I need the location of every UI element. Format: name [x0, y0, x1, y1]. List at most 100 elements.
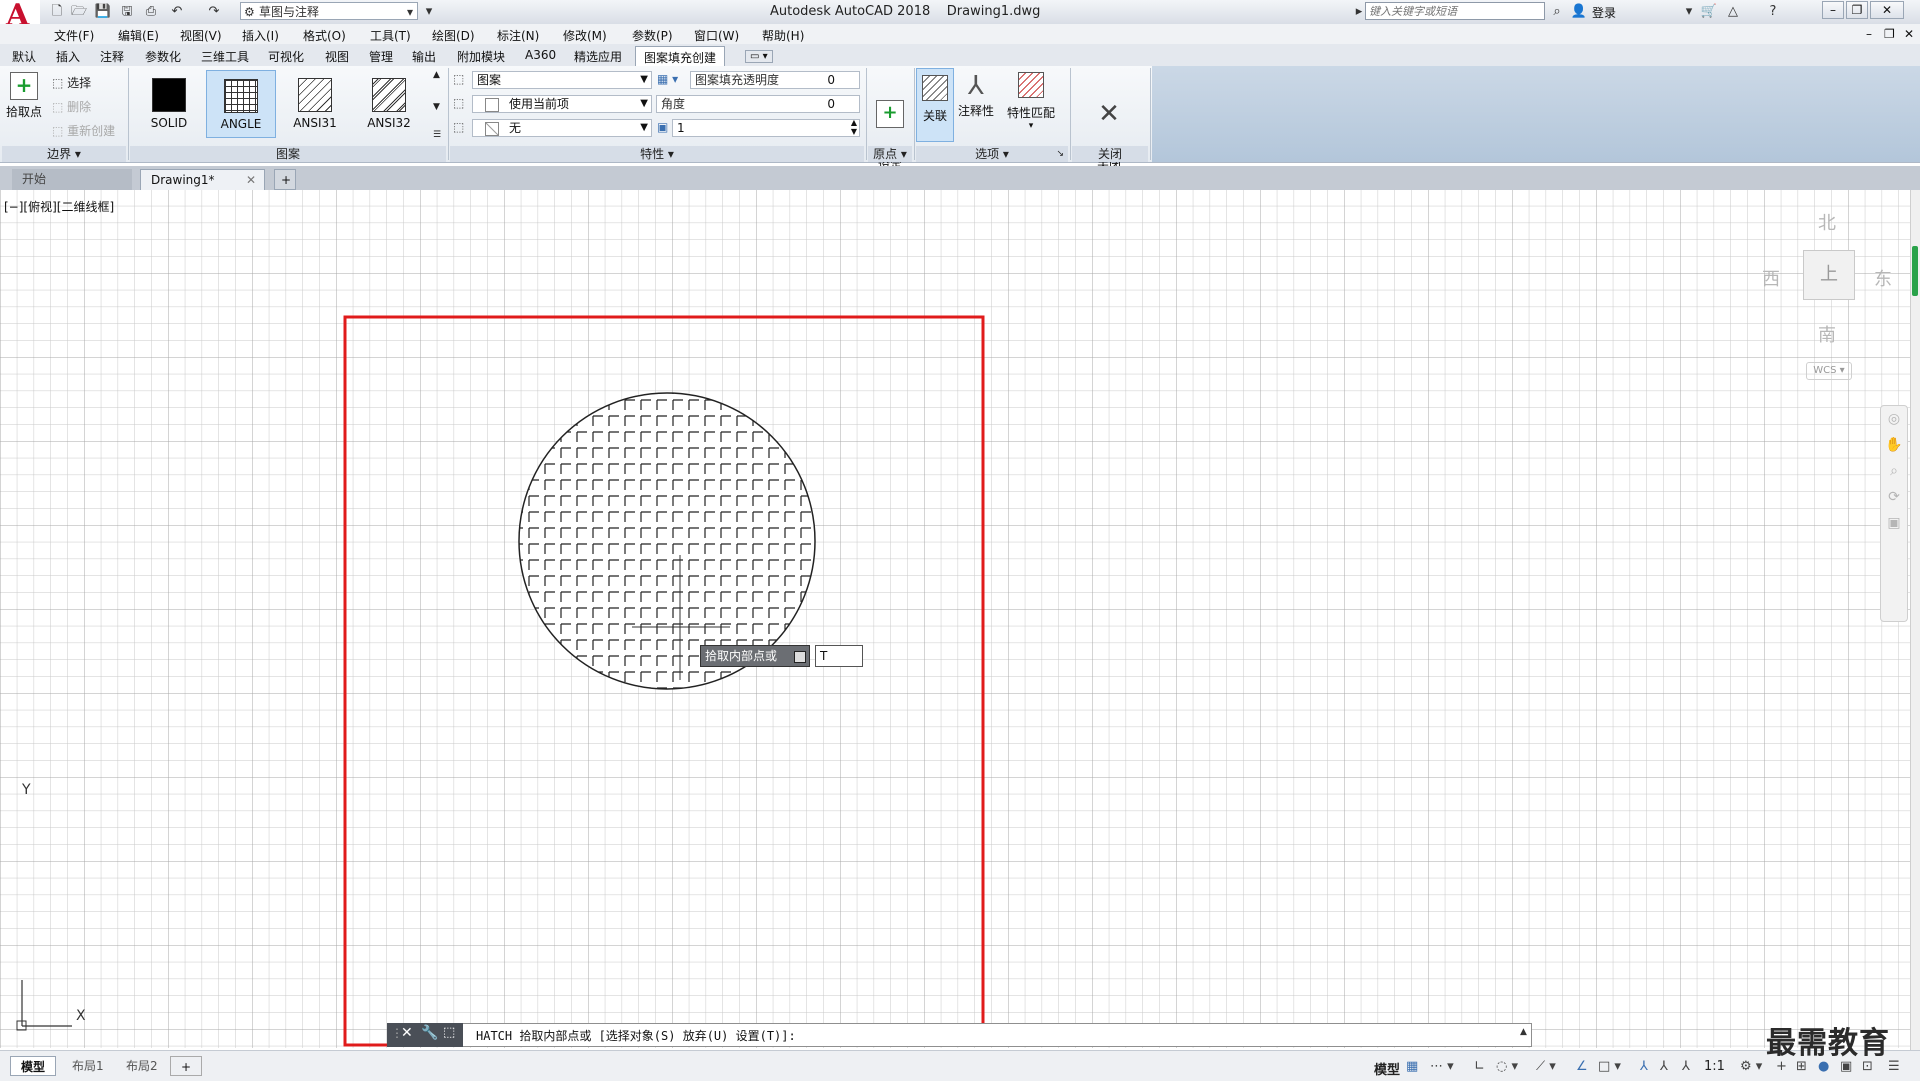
hatch-type-select[interactable]: 图案 ▼ [472, 71, 652, 89]
layout-tab-layout2[interactable]: 布局2 [116, 1056, 168, 1076]
menu-format[interactable]: 格式(O) [303, 27, 346, 44]
vertical-scrollbar[interactable] [1910, 190, 1920, 1050]
menu-tools[interactable]: 工具(T) [370, 27, 411, 44]
user-icon[interactable]: 👤 [1570, 3, 1588, 20]
object-snap-tracking-icon[interactable]: ∠ [1576, 1059, 1588, 1074]
pan-icon[interactable]: ✋ [1881, 432, 1907, 458]
scale-field[interactable]: 1 ▲ ▼ [672, 118, 860, 137]
transparency-field[interactable]: 图案填充透明度 0 [690, 71, 860, 89]
tab-view[interactable]: 视图 [325, 48, 349, 65]
spinner-icon[interactable]: ▲ ▼ [851, 118, 857, 136]
layout-tab-layout1[interactable]: 布局1 [62, 1056, 114, 1076]
options-dialog-launcher-icon[interactable]: ↘ [1056, 146, 1064, 162]
pattern-ansi32-tile[interactable]: ANSI32 [354, 70, 424, 138]
customize-wrench-icon[interactable]: 🔧 [421, 1025, 438, 1041]
new-file-icon[interactable]: 🗋 [48, 3, 66, 20]
workspace-switch-icon[interactable]: ⚙ ▾ [1740, 1059, 1762, 1074]
new-tab-button[interactable]: + [274, 169, 296, 190]
binoculars-icon[interactable]: ⌕ [1548, 3, 1566, 20]
showmotion-icon[interactable]: ▣ [1881, 510, 1907, 536]
menu-insert[interactable]: 插入(I) [242, 27, 279, 44]
properties-panel-label[interactable]: 特性 ▾ [450, 146, 864, 162]
doc-minimize-icon[interactable]: – [1866, 27, 1872, 41]
customize-quick-access-icon[interactable]: ▾ [420, 3, 438, 20]
menu-file[interactable]: 文件(F) [54, 27, 94, 44]
layout-tab-model[interactable]: 模型 [10, 1056, 57, 1076]
menu-view[interactable]: 视图(V) [180, 27, 222, 44]
menu-parameters[interactable]: 参数(P) [632, 27, 673, 44]
menu-edit[interactable]: 编辑(E) [118, 27, 159, 44]
login-link[interactable]: 登录 [1592, 4, 1616, 21]
tab-output[interactable]: 输出 [412, 48, 436, 65]
open-file-icon[interactable]: 🗁 [70, 3, 88, 20]
tab-insert[interactable]: 插入 [56, 48, 80, 65]
orbit-icon[interactable]: ⟳ [1881, 484, 1907, 510]
scrollbar-thumb[interactable] [1912, 246, 1918, 296]
menu-dimension[interactable]: 标注(N) [497, 27, 539, 44]
tab-hatch-creation[interactable]: 图案填充创建 [635, 46, 726, 66]
doc-close-icon[interactable]: ✕ [1904, 27, 1914, 41]
tab-manage[interactable]: 管理 [369, 48, 393, 65]
tab-start[interactable]: 开始 [12, 169, 132, 190]
viewport-controls[interactable]: [−][俯视][二维线框] [4, 198, 114, 215]
doc-restore-icon[interactable]: ❐ [1884, 27, 1895, 41]
isodraft-icon[interactable]: ⟋ ▾ [1536, 1059, 1556, 1074]
annotative-button[interactable]: ⅄ 注释性 [956, 72, 996, 119]
full-navigation-wheel-icon[interactable]: ◎ [1881, 406, 1907, 432]
pattern-scroll-down-icon[interactable]: ▼ [433, 102, 440, 112]
pattern-solid-tile[interactable]: SOLID [134, 70, 204, 138]
snap-mode-icon[interactable]: ⋯ ▾ [1430, 1059, 1454, 1074]
menu-help[interactable]: 帮助(H) [762, 27, 804, 44]
annotation-scale-value[interactable]: 1:1 [1704, 1059, 1725, 1074]
pattern-scroll-up-icon[interactable]: ▲ [433, 70, 440, 80]
tab-addins[interactable]: 附加模块 [457, 48, 505, 65]
login-dropdown-icon[interactable]: ▾ [1680, 3, 1698, 20]
redo-icon[interactable]: ↷ [205, 3, 223, 20]
menu-modify[interactable]: 修改(M) [563, 27, 607, 44]
boundary-panel-label[interactable]: 边界 ▾ [2, 146, 126, 162]
new-layout-button[interactable]: + [170, 1056, 203, 1076]
pattern-angle-tile[interactable]: ANGLE [206, 70, 276, 138]
viewcube-top-face[interactable]: 上 [1803, 250, 1855, 300]
options-panel-label[interactable]: 选项 ▾ ↘ [916, 146, 1068, 162]
pattern-expand-icon[interactable]: ☰ [433, 130, 441, 140]
tab-a360[interactable]: A360 [525, 48, 556, 62]
save-as-icon[interactable]: 🖫 [118, 3, 136, 20]
pick-point-button[interactable]: + 拾取点 [6, 72, 42, 120]
dynamic-input-field[interactable]: T [815, 645, 863, 667]
wcs-menu[interactable]: WCS ▾ [1806, 362, 1852, 380]
cart-icon[interactable]: 🛒 [1700, 3, 1718, 20]
help-icon[interactable]: ? [1764, 3, 1782, 20]
close-tab-icon[interactable]: ✕ [246, 170, 256, 190]
origin-panel-label[interactable]: 原点 ▾ [868, 146, 912, 162]
ortho-mode-icon[interactable]: ∟ [1474, 1059, 1485, 1074]
a360-icon[interactable]: △ [1724, 3, 1742, 20]
menu-draw[interactable]: 绘图(D) [432, 27, 475, 44]
associative-button[interactable]: 关联 [916, 68, 954, 142]
workspace-select[interactable]: ⚙ 草图与注释 [240, 2, 418, 21]
match-dropdown-icon[interactable]: ▾ [1003, 121, 1059, 131]
hatch-color-select[interactable]: 使用当前项 ▼ [472, 95, 652, 113]
close-command-line-icon[interactable]: ✕ [401, 1025, 413, 1041]
ribbon-minimize-icon[interactable]: ▭ ▾ [745, 50, 773, 63]
tab-drawing1[interactable]: Drawing1* ✕ [140, 169, 265, 190]
annotation-visibility-icon[interactable]: ⅄ [1640, 1059, 1648, 1074]
search-input[interactable] [1365, 2, 1545, 20]
drawing-canvas[interactable]: Y X [0, 190, 1910, 1048]
viewcube-east[interactable]: 东 [1874, 265, 1892, 291]
background-color-select[interactable]: 无 ▼ [472, 119, 652, 137]
close-window-button[interactable]: ✕ [1870, 1, 1904, 19]
zoom-extents-icon[interactable]: ⌕ [1881, 458, 1907, 484]
annotation-scale-icon[interactable]: ⅄ [1682, 1059, 1690, 1074]
save-icon[interactable]: 💾 [94, 3, 112, 20]
tab-featured-apps[interactable]: 精选应用 [574, 48, 622, 65]
tab-annotate[interactable]: 注释 [100, 48, 124, 65]
match-properties-button[interactable]: 特性匹配 ▾ [1003, 72, 1059, 131]
object-snap-icon[interactable]: □ ▾ [1598, 1059, 1621, 1074]
select-objects-button[interactable]: ⬚ 选择 [52, 74, 91, 91]
viewcube-south[interactable]: 南 [1818, 321, 1836, 347]
viewcube-north[interactable]: 北 [1818, 209, 1836, 235]
polar-tracking-icon[interactable]: ◌ ▾ [1496, 1059, 1518, 1074]
undo-icon[interactable]: ↶ [168, 3, 186, 20]
auto-scale-icon[interactable]: ⅄ [1660, 1059, 1668, 1074]
